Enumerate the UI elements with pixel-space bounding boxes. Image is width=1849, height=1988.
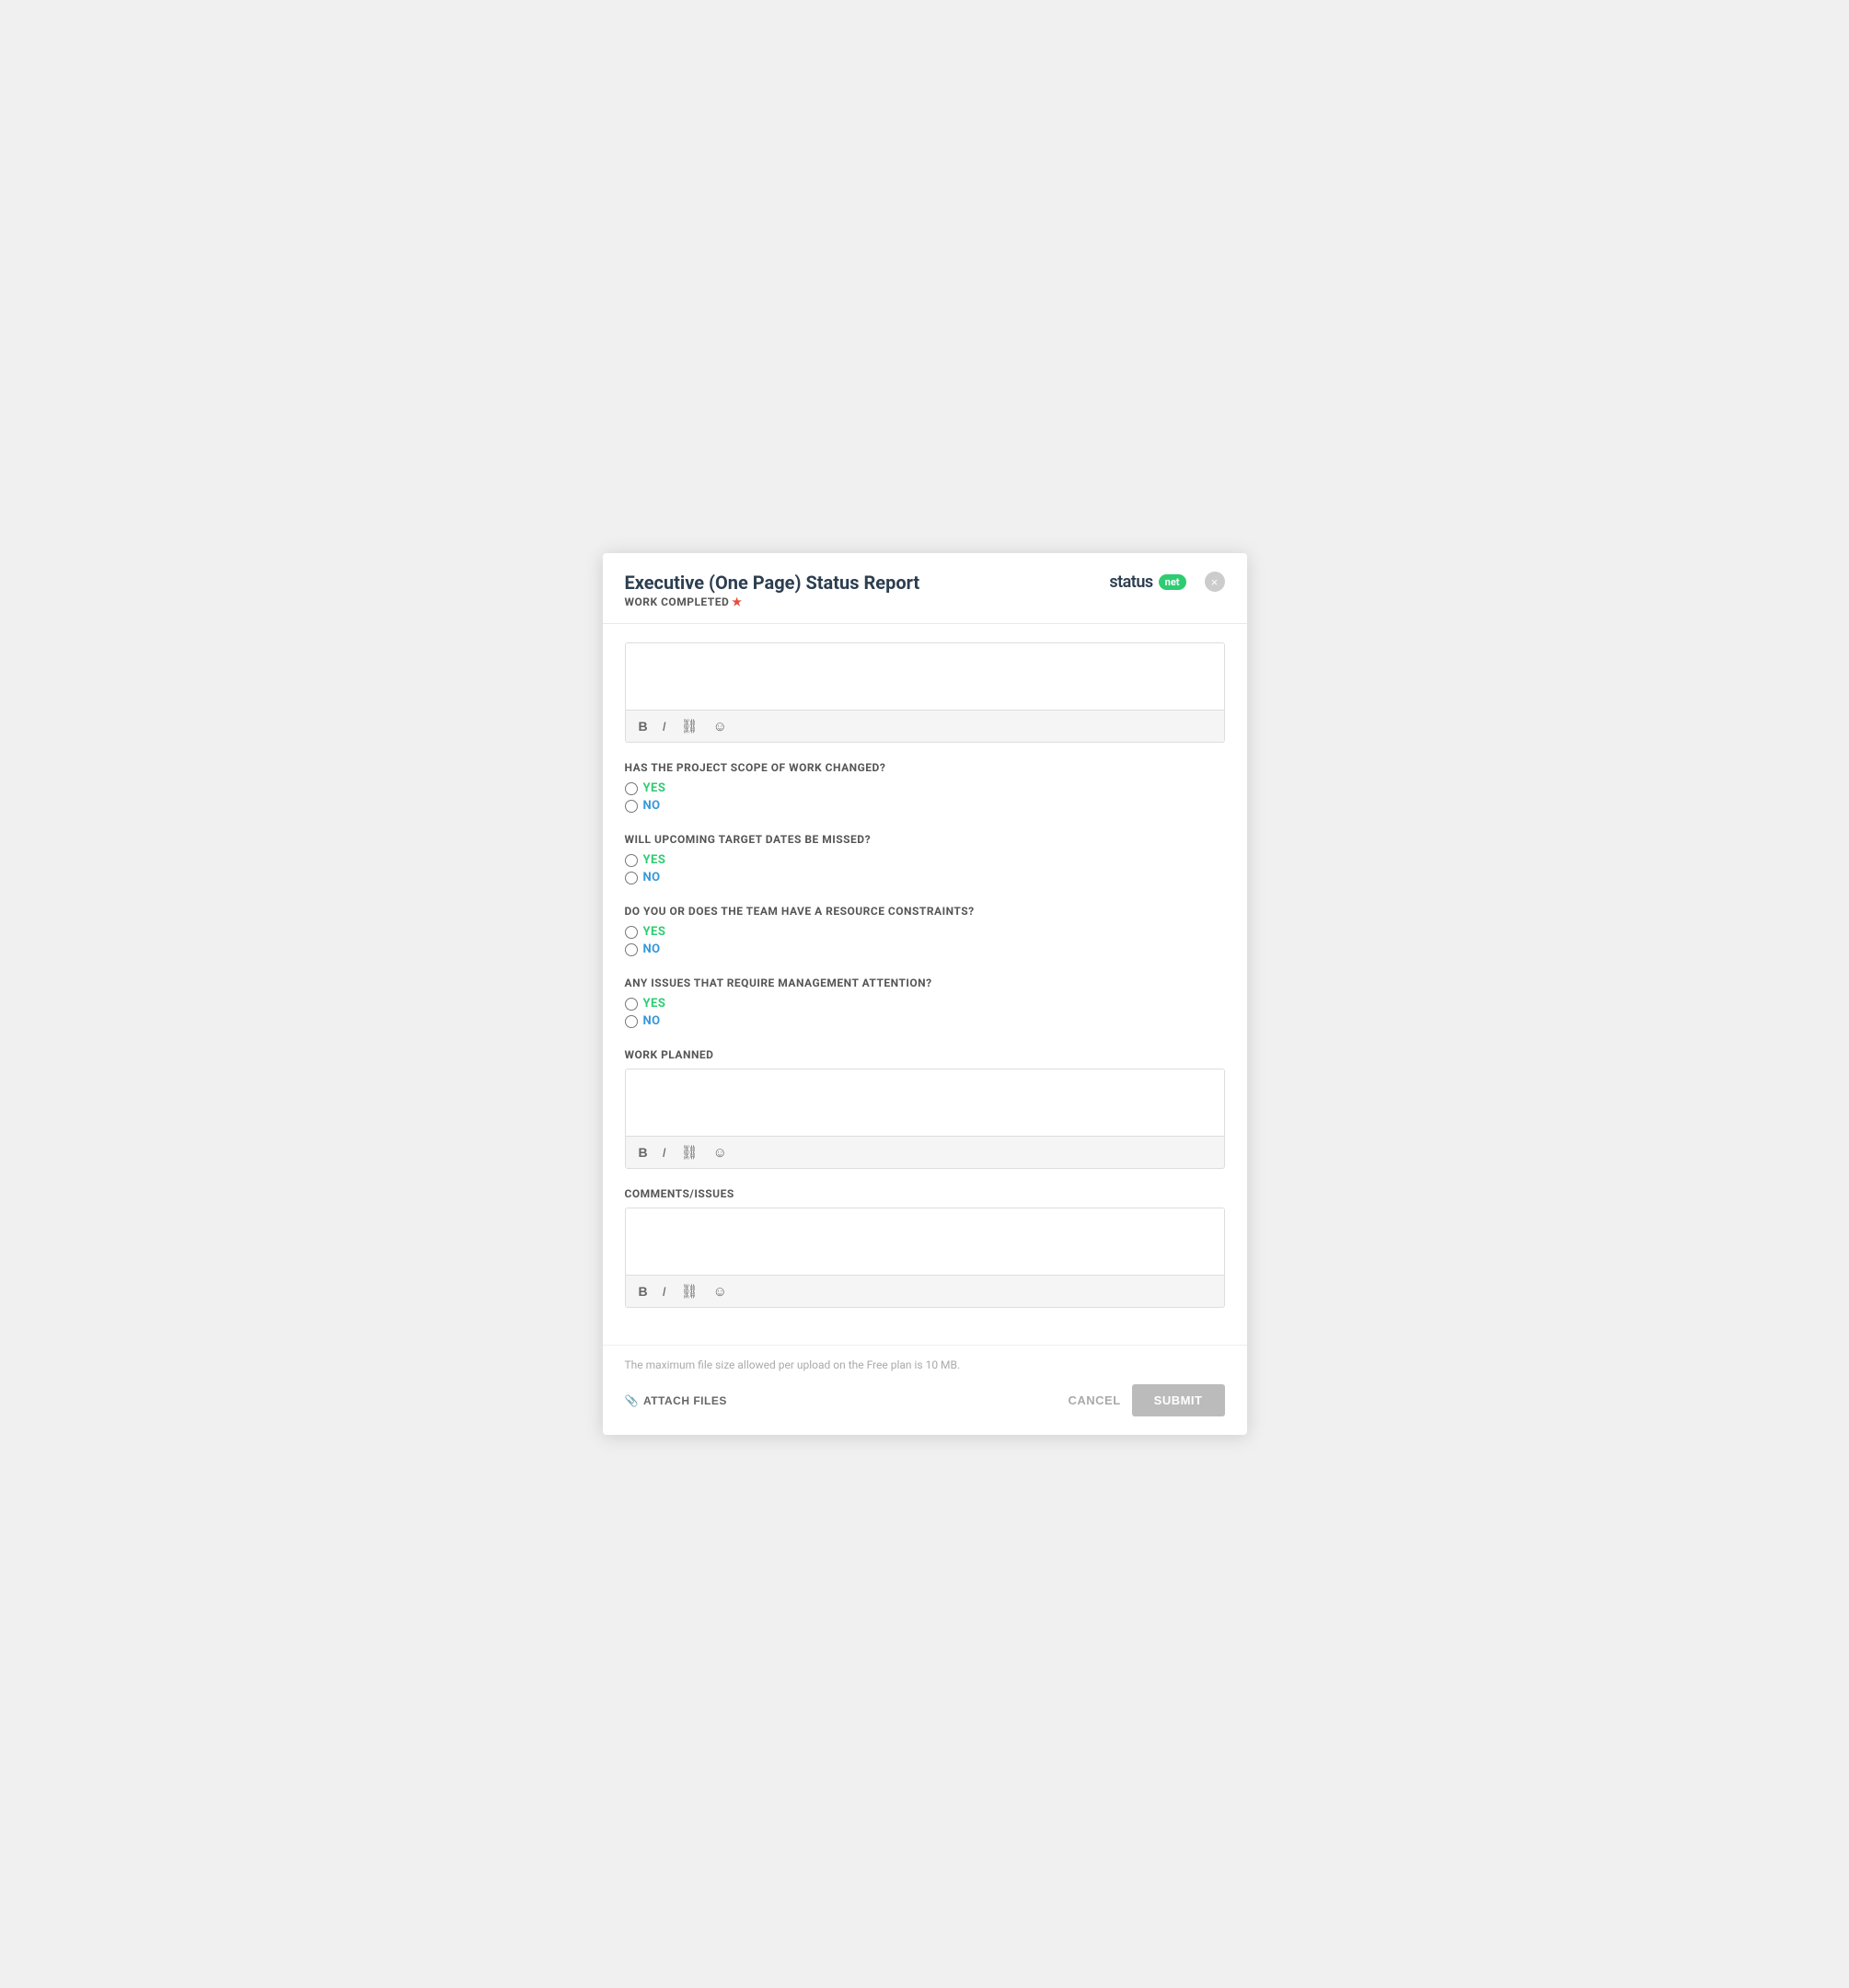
required-indicator: ★ — [732, 595, 742, 608]
italic-button-3[interactable]: I — [659, 1282, 670, 1300]
modal-header: Executive (One Page) Status Report WORK … — [603, 553, 1247, 624]
question-scope-label: HAS THE PROJECT SCOPE OF WORK CHANGED? — [625, 761, 1225, 774]
brand-logo: status net — [1109, 572, 1185, 592]
question-dates-label: WILL UPCOMING TARGET DATES BE MISSED? — [625, 833, 1225, 846]
dates-yes-radio[interactable] — [625, 854, 638, 867]
comments-label: COMMENTS/ISSUES — [625, 1187, 1225, 1200]
work-planned-toolbar: B I ⛓ ☺ — [626, 1136, 1224, 1168]
resource-no-label: NO — [643, 942, 661, 956]
dates-yes-label: YES — [643, 853, 666, 867]
question-scope-changed: HAS THE PROJECT SCOPE OF WORK CHANGED? Y… — [625, 761, 1225, 813]
resource-yes-radio[interactable] — [625, 926, 638, 939]
work-planned-section: WORK PLANNED B I ⛓ ☺ — [625, 1048, 1225, 1169]
brand-badge: net — [1159, 574, 1186, 590]
work-planned-input[interactable] — [626, 1069, 1224, 1132]
file-size-note: The maximum file size allowed per upload… — [625, 1358, 1225, 1371]
bold-button-2[interactable]: B — [635, 1143, 652, 1162]
mgmt-yes-label: YES — [643, 997, 666, 1011]
mgmt-no-option[interactable]: NO — [625, 1014, 1225, 1028]
modal-body: B I ⛓ ☺ HAS THE PROJECT SCOPE OF WORK CH… — [603, 624, 1247, 1345]
modal-footer: The maximum file size allowed per upload… — [603, 1345, 1247, 1435]
resource-yes-option[interactable]: YES — [625, 925, 1225, 939]
modal-subtitle: WORK COMPLETED★ — [625, 595, 920, 608]
resource-yes-label: YES — [643, 925, 666, 939]
scope-yes-option[interactable]: YES — [625, 781, 1225, 795]
italic-button-1[interactable]: I — [659, 717, 670, 735]
work-planned-label: WORK PLANNED — [625, 1048, 1225, 1061]
dates-no-label: NO — [643, 871, 661, 884]
comments-editor: B I ⛓ ☺ — [625, 1208, 1225, 1308]
work-planned-editor: B I ⛓ ☺ — [625, 1069, 1225, 1169]
mgmt-yes-radio[interactable] — [625, 998, 638, 1011]
comments-section: COMMENTS/ISSUES B I ⛓ ☺ — [625, 1187, 1225, 1308]
scope-no-label: NO — [643, 799, 661, 813]
work-completed-editor: B I ⛓ ☺ — [625, 642, 1225, 743]
scope-yes-label: YES — [643, 781, 666, 795]
scope-no-radio[interactable] — [625, 800, 638, 813]
dates-no-option[interactable]: NO — [625, 871, 1225, 884]
attach-files-button[interactable]: 📎 ATTACH FILES — [625, 1394, 727, 1407]
comments-input[interactable] — [626, 1208, 1224, 1271]
submit-button[interactable]: SUBMIT — [1132, 1384, 1225, 1416]
attach-label: ATTACH FILES — [643, 1394, 727, 1407]
work-completed-section: B I ⛓ ☺ — [625, 642, 1225, 743]
brand-text: status — [1109, 572, 1152, 592]
modal-title-area: Executive (One Page) Status Report WORK … — [625, 572, 920, 608]
question-mgmt-label: ANY ISSUES THAT REQUIRE MANAGEMENT ATTEN… — [625, 977, 1225, 989]
question-management-attention: ANY ISSUES THAT REQUIRE MANAGEMENT ATTEN… — [625, 977, 1225, 1028]
italic-button-2[interactable]: I — [659, 1143, 670, 1162]
mgmt-no-radio[interactable] — [625, 1015, 638, 1028]
bold-button-3[interactable]: B — [635, 1282, 652, 1300]
link-button-1[interactable]: ⛓ — [677, 716, 702, 736]
link-button-3[interactable]: ⛓ — [677, 1281, 702, 1301]
modal-title: Executive (One Page) Status Report — [625, 572, 920, 594]
cancel-button[interactable]: CANCEL — [1068, 1393, 1120, 1407]
scope-yes-radio[interactable] — [625, 782, 638, 795]
link-button-2[interactable]: ⛓ — [677, 1142, 702, 1162]
question-target-dates: WILL UPCOMING TARGET DATES BE MISSED? YE… — [625, 833, 1225, 884]
question-resource-constraints: DO YOU OR DOES THE TEAM HAVE A RESOURCE … — [625, 905, 1225, 956]
paperclip-icon: 📎 — [625, 1394, 639, 1407]
footer-right-buttons: CANCEL SUBMIT — [1068, 1384, 1224, 1416]
dates-no-radio[interactable] — [625, 872, 638, 884]
question-resource-label: DO YOU OR DOES THE TEAM HAVE A RESOURCE … — [625, 905, 1225, 918]
emoji-button-1[interactable]: ☺ — [710, 717, 731, 736]
work-completed-toolbar: B I ⛓ ☺ — [626, 710, 1224, 742]
emoji-button-3[interactable]: ☺ — [710, 1282, 731, 1301]
footer-actions: 📎 ATTACH FILES CANCEL SUBMIT — [625, 1384, 1225, 1416]
close-button[interactable]: × — [1205, 572, 1225, 592]
mgmt-yes-option[interactable]: YES — [625, 997, 1225, 1011]
scope-no-option[interactable]: NO — [625, 799, 1225, 813]
mgmt-no-label: NO — [643, 1014, 661, 1028]
dates-yes-option[interactable]: YES — [625, 853, 1225, 867]
work-completed-input[interactable] — [626, 643, 1224, 706]
bold-button-1[interactable]: B — [635, 717, 652, 735]
comments-toolbar: B I ⛓ ☺ — [626, 1275, 1224, 1307]
resource-no-radio[interactable] — [625, 943, 638, 956]
modal-container: Executive (One Page) Status Report WORK … — [603, 553, 1247, 1435]
resource-no-option[interactable]: NO — [625, 942, 1225, 956]
emoji-button-2[interactable]: ☺ — [710, 1143, 731, 1162]
